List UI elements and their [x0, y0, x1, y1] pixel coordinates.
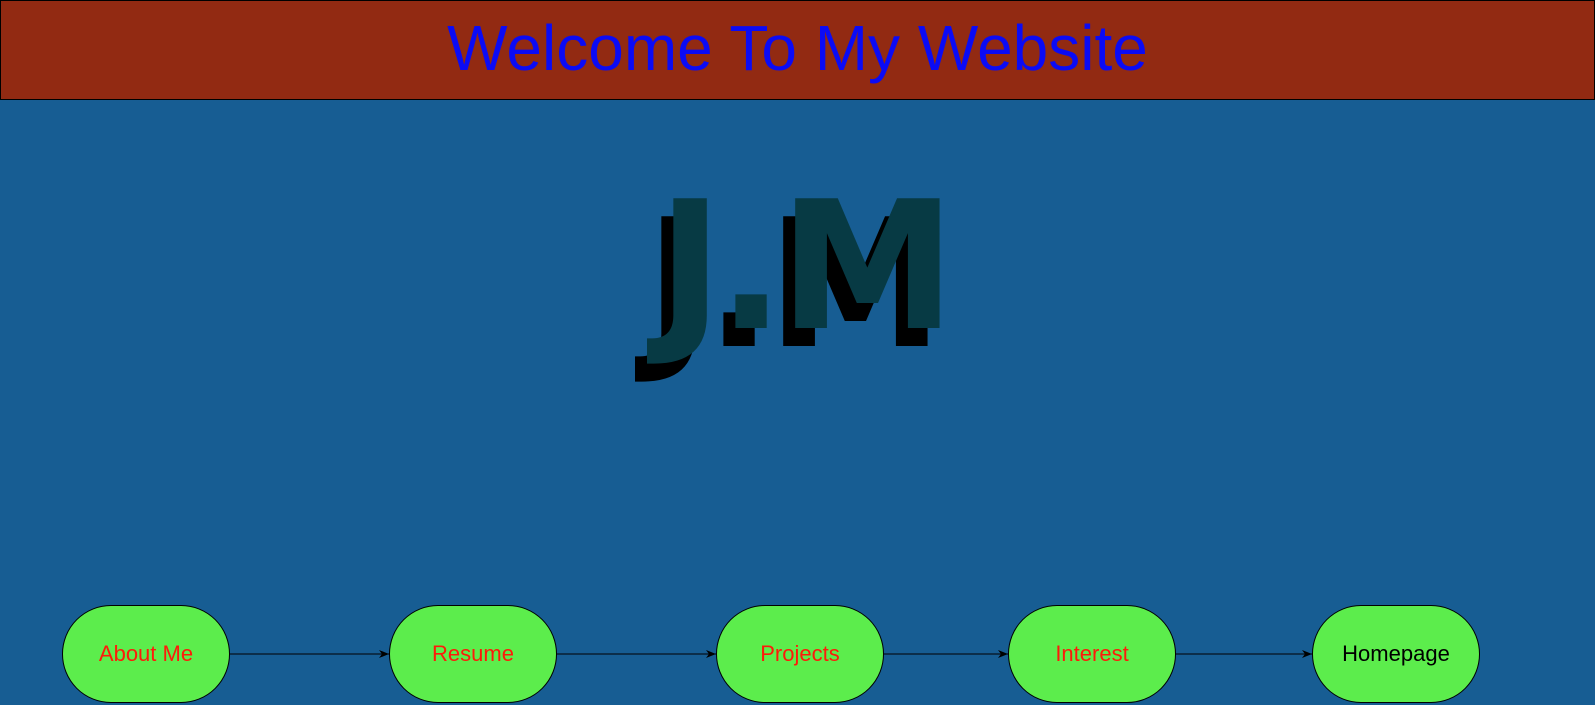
homepage-label: Homepage — [1342, 641, 1450, 666]
about-me-label: About Me — [98, 641, 194, 666]
page: Welcome To My Website J.M J.M About Me R… — [0, 0, 1595, 705]
interest-label: Interest — [1055, 641, 1129, 666]
projects-button[interactable]: Projects — [716, 605, 884, 703]
header-banner: Welcome To My Website — [0, 0, 1595, 100]
resume-label: Resume — [432, 641, 514, 666]
page-title: Welcome To My Website — [447, 12, 1148, 84]
homepage-button[interactable]: Homepage — [1312, 605, 1480, 703]
resume-button[interactable]: Resume — [389, 605, 557, 703]
about-me-button[interactable]: About Me — [62, 605, 230, 703]
interest-button[interactable]: Interest — [1008, 605, 1176, 703]
monogram-logo: J.M J.M — [645, 178, 956, 374]
monogram-text: J.M — [657, 163, 956, 370]
projects-label: Projects — [760, 641, 840, 666]
